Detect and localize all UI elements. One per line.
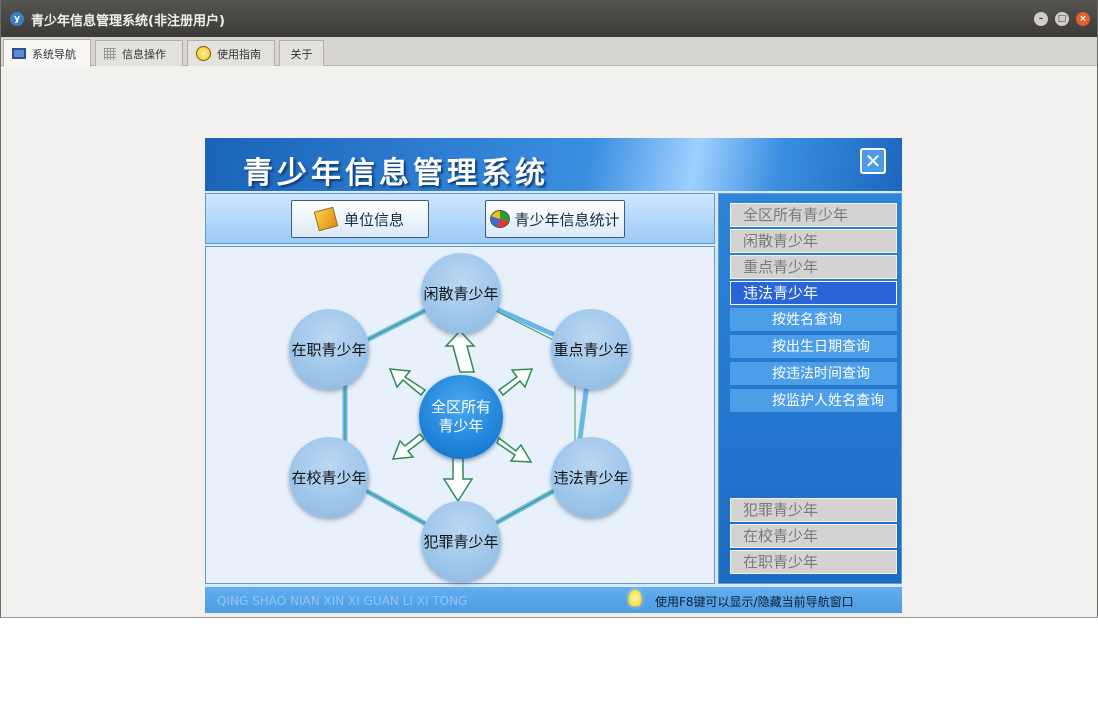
navigation-panel: 青少年信息管理系统 ✕ 单位信息 青少年信息统计 闲散青少年 在职青少年 重点青…: [205, 138, 902, 613]
category-diagram: 闲散青少年 在职青少年 重点青少年 在校青少年 违法青少年 犯罪青少年 全区所有…: [205, 246, 715, 584]
arrow-lower-left-icon: [391, 432, 426, 460]
close-window-icon[interactable]: ×: [1076, 12, 1090, 26]
grid-icon: [104, 47, 116, 60]
query-by-offense-time[interactable]: 按违法时间查询: [730, 362, 897, 386]
status-bar: QING SHAO NIAN XIN XI GUAN LI XI TONG 使用…: [205, 587, 902, 613]
banner-title: 青少年信息管理系统: [243, 156, 549, 191]
arrow-down-icon: [442, 456, 474, 503]
minimize-icon[interactable]: –: [1034, 12, 1048, 26]
status-pinyin: QING SHAO NIAN XIN XI GUAN LI XI TONG: [217, 594, 468, 608]
query-by-birthdate[interactable]: 按出生日期查询: [730, 335, 897, 359]
node-all-youth[interactable]: 全区所有 青少年: [419, 375, 503, 459]
sidebar-item-criminal-youth[interactable]: 犯罪青少年: [730, 498, 897, 522]
query-by-name[interactable]: 按姓名查询: [730, 308, 897, 332]
tab-label: 系统导航: [32, 47, 76, 61]
node-label: 在职青少年: [291, 340, 367, 359]
maximize-icon[interactable]: □: [1055, 12, 1069, 26]
unit-info-label: 单位信息: [343, 210, 404, 229]
node-employed-youth[interactable]: 在职青少年: [289, 309, 369, 389]
chart-icon: [490, 210, 511, 228]
arrow-lower-right-icon: [496, 436, 533, 463]
sun-icon: [196, 46, 211, 61]
tab-system-navigation[interactable]: 系统导航: [3, 39, 91, 67]
title-bar[interactable]: y 青少年信息管理系统(非注册用户) – □ ×: [1, 0, 1097, 37]
sidebar-item-employed-youth[interactable]: 在职青少年: [730, 550, 897, 574]
app-window: y 青少年信息管理系统(非注册用户) – □ × 系统导航 信息操作 使用指南 …: [0, 0, 1098, 618]
window-title: 青少年信息管理系统(非注册用户): [31, 14, 225, 29]
sidebar-item-key-youth[interactable]: 重点青少年: [730, 255, 897, 279]
node-label: 在校青少年: [291, 468, 367, 487]
banner: 青少年信息管理系统 ✕: [205, 138, 902, 191]
center-label-line2: 青少年: [438, 417, 484, 435]
sidebar: 全区所有青少年 闲散青少年 重点青少年 违法青少年 按姓名查询 按出生日期查询 …: [718, 193, 902, 584]
sidebar-item-offending-youth[interactable]: 违法青少年: [730, 281, 897, 305]
tab-user-guide[interactable]: 使用指南: [187, 40, 275, 66]
tab-label: 信息操作: [122, 47, 166, 61]
node-idle-youth[interactable]: 闲散青少年: [421, 253, 501, 333]
app-icon: y: [10, 12, 24, 26]
arrow-upper-right-icon: [497, 368, 534, 397]
arrow-up-icon: [444, 329, 476, 373]
monitor-icon: [12, 48, 26, 59]
node-label: 闲散青少年: [423, 284, 499, 303]
arrow-upper-left-icon: [388, 368, 427, 397]
node-label: 违法青少年: [553, 468, 629, 487]
tab-info-operation[interactable]: 信息操作: [95, 40, 183, 66]
youth-stats-label: 青少年信息统计: [514, 210, 620, 229]
sidebar-item-idle-youth[interactable]: 闲散青少年: [730, 229, 897, 253]
node-criminal-youth[interactable]: 犯罪青少年: [421, 501, 501, 581]
node-key-youth[interactable]: 重点青少年: [551, 309, 631, 389]
tab-bar: 系统导航 信息操作 使用指南 关于: [1, 37, 1097, 67]
sidebar-item-all-youth[interactable]: 全区所有青少年: [730, 203, 897, 227]
close-icon[interactable]: ✕: [860, 148, 886, 174]
status-tip: 使用F8键可以显示/隐藏当前导航窗口: [655, 595, 854, 609]
edit-icon: [313, 206, 339, 232]
sidebar-item-student-youth[interactable]: 在校青少年: [730, 524, 897, 548]
node-label: 重点青少年: [553, 340, 629, 359]
lightbulb-icon: [629, 590, 641, 606]
node-label: 犯罪青少年: [423, 532, 499, 551]
unit-info-button[interactable]: 单位信息: [291, 200, 429, 238]
tab-label: 使用指南: [217, 47, 261, 61]
node-offending-youth[interactable]: 违法青少年: [551, 437, 631, 517]
toolbar: 单位信息 青少年信息统计: [205, 193, 715, 244]
node-student-youth[interactable]: 在校青少年: [289, 437, 369, 517]
query-by-guardian-name[interactable]: 按监护人姓名查询: [730, 389, 897, 413]
tab-about[interactable]: 关于: [279, 40, 324, 66]
center-label-line1: 全区所有: [430, 398, 491, 416]
tab-label: 关于: [290, 47, 313, 61]
youth-stats-button[interactable]: 青少年信息统计: [485, 200, 625, 238]
